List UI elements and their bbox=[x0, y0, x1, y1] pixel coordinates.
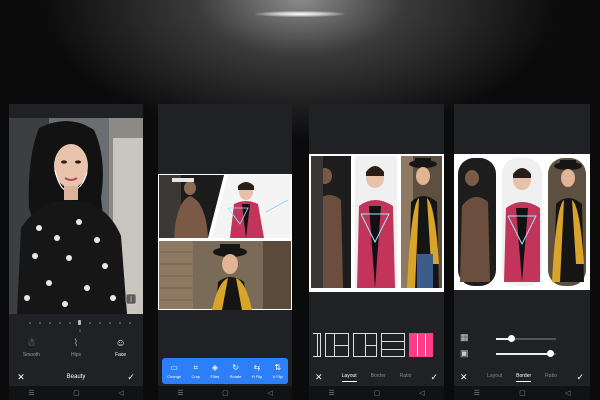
check-icon[interactable]: ✓ bbox=[430, 372, 438, 383]
hflip-label: H Flip bbox=[251, 374, 263, 379]
tab-ratio[interactable]: Ratio bbox=[545, 373, 557, 382]
home-icon[interactable]: ▢ bbox=[222, 389, 229, 397]
spotlight bbox=[255, 11, 345, 17]
vflip-label: V Flip bbox=[272, 374, 283, 379]
vflip-icon: ⇅ bbox=[274, 363, 282, 372]
hflip-icon: ⇆ bbox=[253, 363, 261, 372]
corner-radius-slider[interactable] bbox=[496, 350, 556, 357]
change-tool[interactable]: ▭ Change bbox=[167, 363, 181, 379]
screen-title: Beauty bbox=[66, 374, 86, 380]
filter-label: Filter bbox=[210, 374, 220, 379]
corner-radius-icon: ▣ bbox=[460, 348, 469, 358]
layout-option-3[interactable] bbox=[353, 333, 377, 357]
phone-layout-screen: ✕ Layout Border Ratio ✓ ☰ ▢ ◁ bbox=[309, 104, 444, 400]
android-nav-bar: ☰ ▢ ◁ bbox=[309, 386, 444, 400]
layout-option-2[interactable] bbox=[325, 333, 349, 357]
border-controls-icons: ▦ ▣ bbox=[460, 332, 469, 358]
phone-beauty-screen: 0 ☃ Smooth ⌇ Hips ☺ Face ✕ Beauty ✓ ☰ ▢ … bbox=[9, 104, 143, 400]
slider-fill bbox=[496, 353, 550, 355]
border-width-slider[interactable] bbox=[496, 335, 556, 342]
slider-knob[interactable] bbox=[508, 335, 515, 342]
collage-canvas[interactable] bbox=[158, 174, 292, 310]
layout-option-1[interactable] bbox=[313, 333, 321, 357]
close-icon[interactable]: ✕ bbox=[460, 372, 468, 383]
close-icon[interactable]: ✕ bbox=[315, 372, 323, 383]
face-label: Face bbox=[115, 352, 127, 358]
smooth-tool[interactable]: ☃ Smooth bbox=[14, 338, 48, 358]
collage-preview bbox=[454, 154, 590, 290]
rotate-icon: ↻ bbox=[232, 363, 239, 372]
recents-icon[interactable]: ☰ bbox=[328, 389, 334, 397]
collage-preview bbox=[309, 154, 444, 292]
portrait-photo bbox=[9, 118, 143, 314]
face-icon: ☺ bbox=[115, 338, 126, 349]
check-icon[interactable]: ✓ bbox=[125, 372, 137, 383]
tab-layout[interactable]: Layout bbox=[487, 373, 502, 382]
back-icon[interactable]: ◁ bbox=[565, 389, 570, 397]
tab-border[interactable]: Border bbox=[516, 373, 532, 382]
layout-tab-bar: ✕ Layout Border Ratio ✓ bbox=[309, 368, 444, 386]
android-nav-bar: ☰ ▢ ◁ bbox=[454, 386, 590, 400]
check-icon[interactable]: ✓ bbox=[576, 372, 584, 383]
recents-icon[interactable]: ☰ bbox=[474, 389, 480, 397]
tab-ratio[interactable]: Ratio bbox=[400, 373, 412, 382]
layout-option-4[interactable] bbox=[381, 333, 405, 357]
tab-border[interactable]: Border bbox=[371, 373, 386, 382]
back-icon[interactable]: ◁ bbox=[419, 389, 424, 397]
slider-knob[interactable] bbox=[547, 350, 554, 357]
grid-icon: ▦ bbox=[460, 332, 469, 342]
filter-tool[interactable]: ◈ Filter bbox=[210, 363, 219, 379]
collage-canvas[interactable] bbox=[454, 154, 590, 290]
edit-toolbar: ▭ Change ⌗ Crop ◈ Filter ↻ Rotate ⇆ H Flip ⇅ V… bbox=[162, 358, 288, 384]
home-icon[interactable]: ▢ bbox=[374, 389, 381, 397]
beauty-bottom-bar: ✕ Beauty ✓ bbox=[9, 368, 143, 386]
rotate-label: Rotate bbox=[229, 374, 242, 379]
android-nav-bar: ☰ ▢ ◁ bbox=[9, 386, 143, 400]
change-label: Change bbox=[167, 374, 182, 379]
face-tool[interactable]: ☺ Face bbox=[104, 338, 138, 358]
hips-tool[interactable]: ⌇ Hips bbox=[59, 338, 93, 358]
border-tab-bar: ✕ Layout Border Ratio ✓ bbox=[454, 368, 590, 386]
layout-option-selected[interactable] bbox=[409, 333, 433, 357]
beauty-photo bbox=[9, 118, 143, 314]
tab-layout[interactable]: Layout bbox=[341, 373, 357, 382]
rotate-tool[interactable]: ↻ Rotate bbox=[230, 363, 242, 379]
crop-tool[interactable]: ⌗ Crop bbox=[191, 363, 200, 379]
slider-value: 0 bbox=[79, 328, 82, 333]
hips-label: Hips bbox=[70, 352, 81, 358]
android-nav-bar: ☰ ▢ ◁ bbox=[158, 386, 292, 400]
collage-preview bbox=[158, 174, 292, 310]
intensity-slider[interactable] bbox=[29, 320, 131, 325]
recents-icon[interactable]: ☰ bbox=[28, 389, 34, 397]
hflip-tool[interactable]: ⇆ H Flip bbox=[252, 363, 262, 379]
layout-options bbox=[313, 332, 440, 358]
phone-border-screen: ▦ ▣ ✕ Layout Border Ratio ✓ ☰ ▢ ◁ bbox=[454, 104, 590, 400]
vflip-tool[interactable]: ⇅ V Flip bbox=[273, 363, 283, 379]
smooth-label: Smooth bbox=[22, 352, 40, 358]
phone-editor-screen: ▭ Change ⌗ Crop ◈ Filter ↻ Rotate ⇆ H Flip ⇅ V… bbox=[158, 104, 292, 400]
back-icon[interactable]: ◁ bbox=[267, 389, 272, 397]
crop-label: Crop bbox=[191, 374, 201, 379]
recents-icon[interactable]: ☰ bbox=[177, 389, 183, 397]
home-icon[interactable]: ▢ bbox=[73, 389, 80, 397]
filter-icon: ◈ bbox=[211, 363, 218, 372]
change-icon: ▭ bbox=[170, 363, 178, 372]
back-icon[interactable]: ◁ bbox=[118, 389, 123, 397]
crop-icon: ⌗ bbox=[193, 363, 199, 372]
beauty-tools: ☃ Smooth ⌇ Hips ☺ Face bbox=[9, 338, 143, 358]
hips-icon: ⌇ bbox=[73, 338, 79, 349]
collage-canvas[interactable] bbox=[309, 154, 444, 292]
close-icon[interactable]: ✕ bbox=[15, 372, 27, 383]
smooth-icon: ☃ bbox=[26, 338, 36, 349]
home-icon[interactable]: ▢ bbox=[519, 389, 526, 397]
